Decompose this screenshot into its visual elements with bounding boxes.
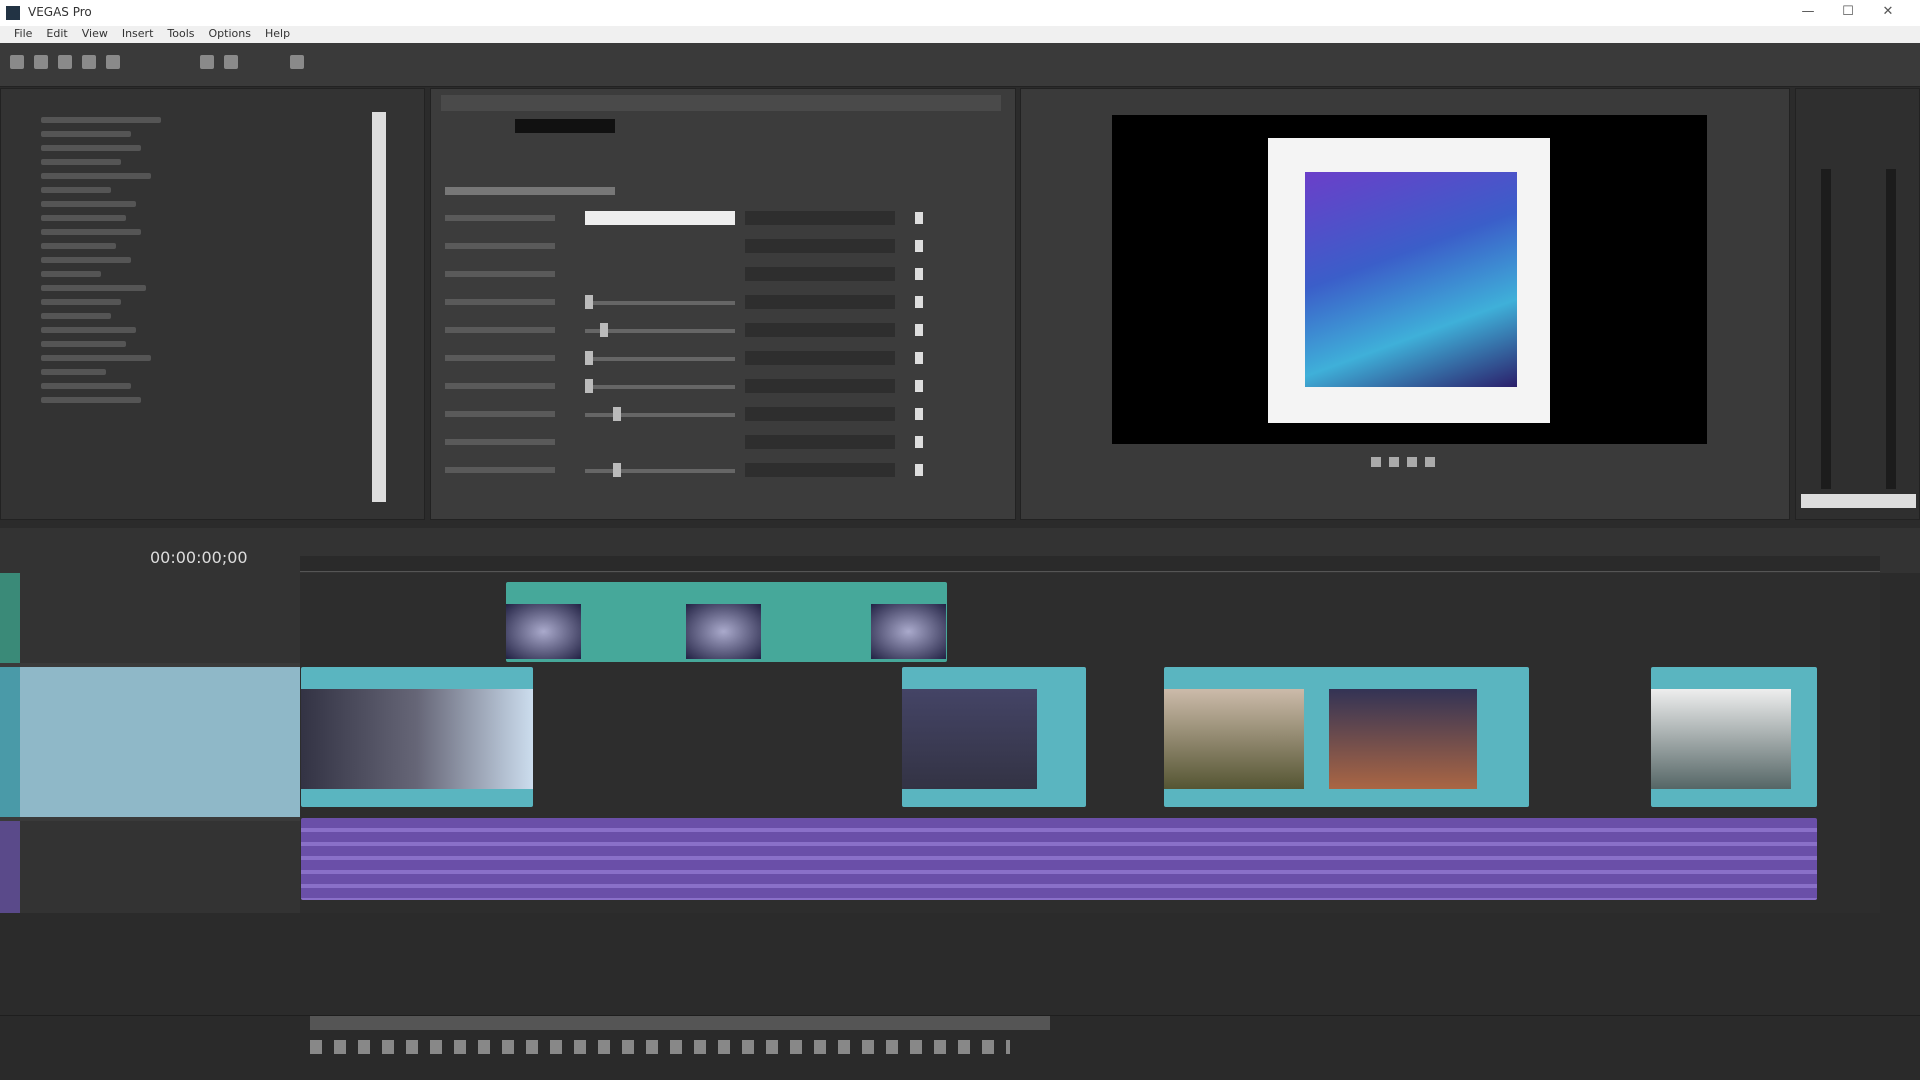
video-preview-panel	[1020, 88, 1790, 520]
master-fader[interactable]	[1801, 494, 1916, 508]
parameter-slider[interactable]	[585, 385, 735, 389]
project-media-panel	[0, 88, 425, 520]
track-header-overlay[interactable]	[0, 573, 300, 663]
parameter-slider[interactable]	[585, 469, 735, 473]
explorer-scrollbar[interactable]	[372, 112, 386, 502]
keyframe-button[interactable]	[915, 352, 923, 364]
menu-insert[interactable]: Insert	[122, 27, 154, 42]
timeline-scrollbar[interactable]	[310, 1016, 1050, 1030]
menu-file[interactable]: File	[14, 27, 32, 42]
status-toolbar	[0, 1015, 1920, 1080]
video-clip[interactable]	[301, 667, 533, 807]
settings-icon[interactable]	[290, 55, 304, 69]
keyframe-button[interactable]	[915, 464, 923, 476]
menu-view[interactable]: View	[82, 27, 108, 42]
menu-bar: File Edit View Insert Tools Options Help	[0, 26, 1920, 43]
preview-frame	[1268, 138, 1550, 423]
main-toolbar	[0, 43, 1920, 87]
overlay-clip[interactable]	[506, 582, 947, 662]
audio-clip[interactable]	[301, 818, 1817, 900]
redo-icon[interactable]	[224, 55, 238, 69]
keyframe-button[interactable]	[915, 436, 923, 448]
timecode-display: 00:00:00;00	[150, 548, 248, 567]
stop-icon[interactable]	[1407, 457, 1417, 467]
close-button[interactable]: ✕	[1880, 4, 1896, 20]
undo-icon[interactable]	[200, 55, 214, 69]
media-tree[interactable]	[1, 89, 424, 403]
play-icon[interactable]	[1371, 457, 1381, 467]
save-icon[interactable]	[58, 55, 72, 69]
timeline-header: 00:00:00;00	[0, 528, 1920, 573]
preset-dropdown[interactable]	[515, 119, 615, 133]
title-bar: VEGAS Pro	[0, 0, 1920, 26]
track-header-video[interactable]	[0, 667, 300, 817]
menu-tools[interactable]: Tools	[167, 27, 194, 42]
keyframe-button[interactable]	[915, 240, 923, 252]
video-clip[interactable]	[1651, 667, 1817, 807]
master-bus-panel	[1795, 88, 1920, 520]
video-clip[interactable]	[1164, 667, 1529, 807]
properties-icon[interactable]	[106, 55, 120, 69]
edit-tools[interactable]	[310, 1040, 1010, 1054]
effects-header	[441, 95, 1001, 111]
parameter-slider[interactable]	[585, 413, 735, 417]
next-frame-icon[interactable]	[1425, 457, 1435, 467]
keyframe-button[interactable]	[915, 324, 923, 336]
open-icon[interactable]	[34, 55, 48, 69]
new-icon[interactable]	[10, 55, 24, 69]
window-title: VEGAS Pro	[28, 5, 92, 19]
menu-options[interactable]: Options	[209, 27, 251, 42]
menu-edit[interactable]: Edit	[46, 27, 67, 42]
menu-help[interactable]: Help	[265, 27, 290, 42]
keyframe-button[interactable]	[915, 296, 923, 308]
track-header-audio[interactable]	[0, 821, 300, 913]
preview-image	[1305, 172, 1517, 387]
level-meter-right	[1886, 169, 1896, 489]
parameter-slider[interactable]	[585, 357, 735, 361]
keyframe-button[interactable]	[915, 268, 923, 280]
effect-title	[445, 187, 615, 195]
minimize-button[interactable]: —	[1800, 4, 1816, 20]
keyframe-button[interactable]	[915, 408, 923, 420]
app-icon	[6, 6, 20, 20]
color-swatch[interactable]	[585, 211, 735, 225]
keyframe-button[interactable]	[915, 212, 923, 224]
timeline-tracks	[300, 573, 1880, 913]
maximize-button[interactable]: ☐	[1840, 4, 1856, 20]
time-ruler[interactable]	[300, 556, 1880, 572]
track-headers	[0, 573, 300, 913]
pause-icon[interactable]	[1389, 457, 1399, 467]
keyframe-button[interactable]	[915, 380, 923, 392]
preview-screen	[1112, 115, 1707, 444]
video-effects-panel	[430, 88, 1016, 520]
parameter-slider[interactable]	[585, 301, 735, 305]
video-clip[interactable]	[902, 667, 1086, 807]
transport-controls	[1371, 457, 1461, 469]
level-meter-left	[1821, 169, 1831, 489]
render-icon[interactable]	[82, 55, 96, 69]
